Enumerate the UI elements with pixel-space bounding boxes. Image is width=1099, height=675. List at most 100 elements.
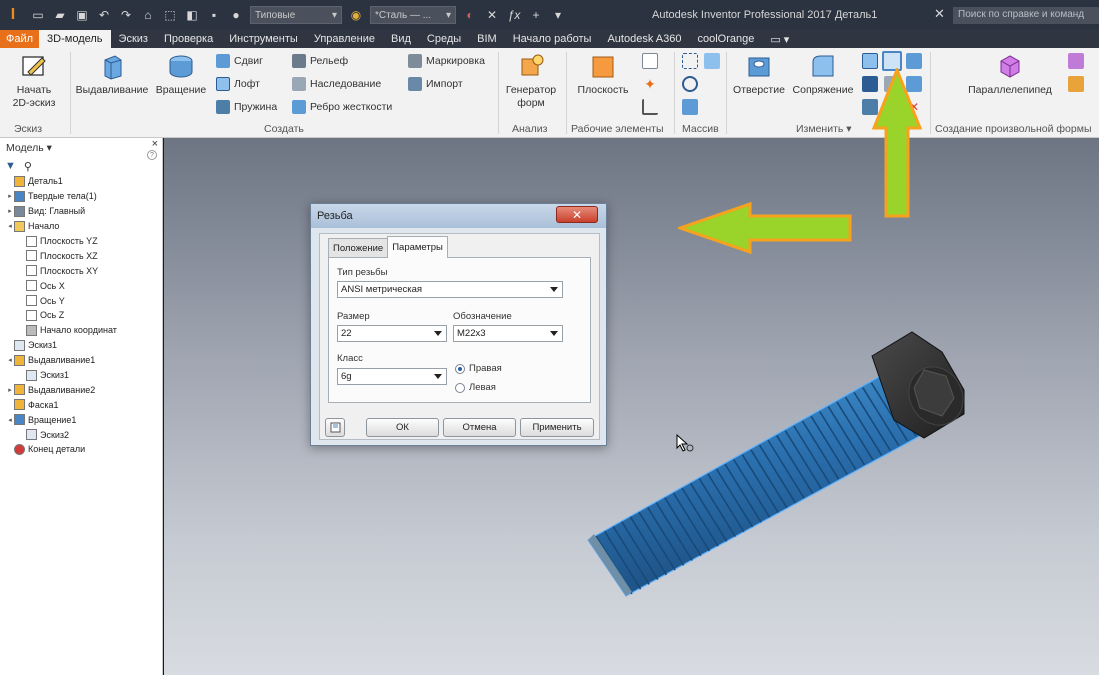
rib-button[interactable]: Ребро жесткости [292, 98, 392, 116]
expand-toggle-icon[interactable]: ◂ [6, 416, 14, 424]
decal-button[interactable]: Маркировка [408, 52, 485, 70]
browser-node[interactable]: Фаска1 [0, 397, 162, 412]
chamfer-tool-icon[interactable] [862, 53, 878, 69]
browser-node[interactable]: Начало координат [0, 323, 162, 338]
tab-9[interactable]: Autodesk A360 [599, 30, 689, 48]
close-help-icon[interactable]: ✕ [934, 6, 945, 22]
browser-node[interactable]: Деталь1 [0, 174, 162, 189]
dialog-help-button[interactable] [325, 418, 345, 437]
loft-button[interactable]: Лофт [216, 75, 260, 93]
save-icon[interactable]: ▣ [74, 7, 90, 23]
right-hand-radio[interactable]: Правая [455, 363, 502, 374]
thread-type-select[interactable]: ANSI метрическая [337, 281, 563, 298]
apply-button[interactable]: Применить [520, 418, 594, 437]
fillet-button[interactable]: Сопряжение [790, 52, 856, 97]
browser-node[interactable]: Ось Z [0, 308, 162, 323]
ok-button[interactable]: ОК [366, 418, 439, 437]
expand-toggle-icon[interactable]: ▸ [6, 192, 14, 200]
browser-node[interactable]: ◂ Выдавливание1 [0, 353, 162, 368]
expand-toggle-icon[interactable]: ▸ [6, 207, 14, 215]
bolt-shaft[interactable] [587, 373, 921, 597]
tab-6[interactable]: Среды [419, 30, 469, 48]
redo-icon[interactable]: ↷ [118, 7, 134, 23]
clear-appearance-icon[interactable]: ✕ [484, 7, 500, 23]
dialog-title-bar[interactable]: Резьба ✕ [311, 204, 606, 228]
undo-icon[interactable]: ↶ [96, 7, 112, 23]
import-button[interactable]: Импорт [408, 75, 463, 93]
new-file-icon[interactable]: ▭ [30, 7, 46, 23]
rectangular-pattern-icon[interactable] [682, 53, 698, 69]
tab-4[interactable]: Управление [306, 30, 383, 48]
shape-generator-button[interactable]: Генератор форм [502, 52, 560, 110]
tab-1[interactable]: Эскиз [111, 30, 156, 48]
expand-toggle-icon[interactable]: ▸ [6, 386, 14, 394]
browser-node[interactable]: Плоскость XY [0, 263, 162, 278]
ucs-icon[interactable] [642, 99, 658, 115]
left-hand-radio[interactable]: Левая [455, 382, 496, 393]
browser-node[interactable]: Конец детали [0, 442, 162, 457]
plus-icon[interactable]: + [528, 7, 544, 23]
expand-toggle-icon[interactable]: ◂ [6, 356, 14, 364]
update-icon[interactable]: ◧ [184, 7, 200, 23]
dialog-close-button[interactable]: ✕ [556, 206, 598, 223]
split-icon[interactable] [906, 53, 922, 69]
graphics-viewport[interactable] [164, 138, 1099, 675]
sweep-button[interactable]: Сдвиг [216, 52, 263, 70]
appearance-combo[interactable]: *Сталь — ... ▾ [370, 6, 456, 24]
tab-3[interactable]: Инструменты [221, 30, 306, 48]
size-select[interactable]: 22 [337, 325, 447, 342]
inventor-logo-icon[interactable]: I [0, 0, 26, 30]
work-point-icon[interactable]: ✦ [642, 76, 658, 92]
cancel-button[interactable]: Отмена [443, 418, 516, 437]
ipropertites-icon[interactable]: ● [228, 7, 244, 23]
designation-select[interactable]: M22x3 [453, 325, 563, 342]
freeform-face-icon[interactable] [1068, 53, 1084, 69]
filter-icon[interactable]: ▼ [5, 160, 16, 172]
browser-node[interactable]: Плоскость YZ [0, 234, 162, 249]
tab-specification[interactable]: Параметры [387, 236, 448, 258]
expand-toggle-icon[interactable]: ◂ [6, 222, 14, 230]
browser-node[interactable]: ◂ Начало [0, 219, 162, 234]
material-combo[interactable]: Типовые ▾ [250, 6, 342, 24]
bolt-model[interactable] [164, 138, 1099, 675]
tab-10[interactable]: coolOrange [689, 30, 762, 48]
browser-node[interactable]: Ось X [0, 278, 162, 293]
freeform-box-button[interactable]: Параллелепипед [962, 52, 1058, 97]
tab-7[interactable]: BIM [469, 30, 505, 48]
customize-qat-icon[interactable]: ▾ [550, 7, 566, 23]
browser-node[interactable]: Эскиз1 [0, 338, 162, 353]
class-select[interactable]: 6g [337, 368, 447, 385]
fx-parameters-icon[interactable]: ƒx [506, 7, 522, 23]
work-axis-icon[interactable] [642, 53, 658, 69]
browser-node[interactable]: Плоскость XZ [0, 248, 162, 263]
ribbon-display-options-icon[interactable]: ▭ ▾ [762, 30, 797, 48]
hole-button[interactable]: Отверстие [730, 52, 788, 97]
browser-title[interactable]: Модель ▾ [6, 142, 52, 154]
derive-button[interactable]: Наследование [292, 75, 381, 93]
select-icon[interactable]: ⬚ [162, 7, 178, 23]
tab-file[interactable]: Файл [0, 30, 40, 48]
emboss-button[interactable]: Рельеф [292, 52, 348, 70]
revolve-button[interactable]: Вращение [152, 52, 210, 97]
help-search-input[interactable]: Поиск по справке и команд [953, 7, 1099, 24]
browser-node[interactable]: ▸ Твердые тела(1) [0, 189, 162, 204]
sketch-pattern-icon[interactable] [682, 99, 698, 115]
home-icon[interactable]: ⌂ [140, 7, 156, 23]
freeform-convert-icon[interactable] [1068, 76, 1084, 92]
circular-pattern-icon[interactable] [682, 76, 698, 92]
browser-node[interactable]: ▸ Выдавливание2 [0, 382, 162, 397]
browser-close-icon[interactable]: × [152, 138, 158, 150]
browser-help-icon[interactable]: ? [147, 150, 157, 160]
color-wheel-icon[interactable]: ◉ [348, 7, 364, 23]
mirror-icon[interactable] [704, 53, 720, 69]
browser-node[interactable]: ◂ Вращение1 [0, 412, 162, 427]
tab-2[interactable]: Проверка [156, 30, 221, 48]
browser-node[interactable]: Эскиз2 [0, 427, 162, 442]
tab-location[interactable]: Положение [328, 238, 389, 258]
measure-icon[interactable]: ▪ [206, 7, 222, 23]
browser-node[interactable]: Ось Y [0, 293, 162, 308]
coil-button[interactable]: Пружина [216, 98, 277, 116]
tab-5[interactable]: Вид [383, 30, 419, 48]
extrude-button[interactable]: Выдавливание [74, 52, 150, 97]
tab-8[interactable]: Начало работы [505, 30, 600, 48]
